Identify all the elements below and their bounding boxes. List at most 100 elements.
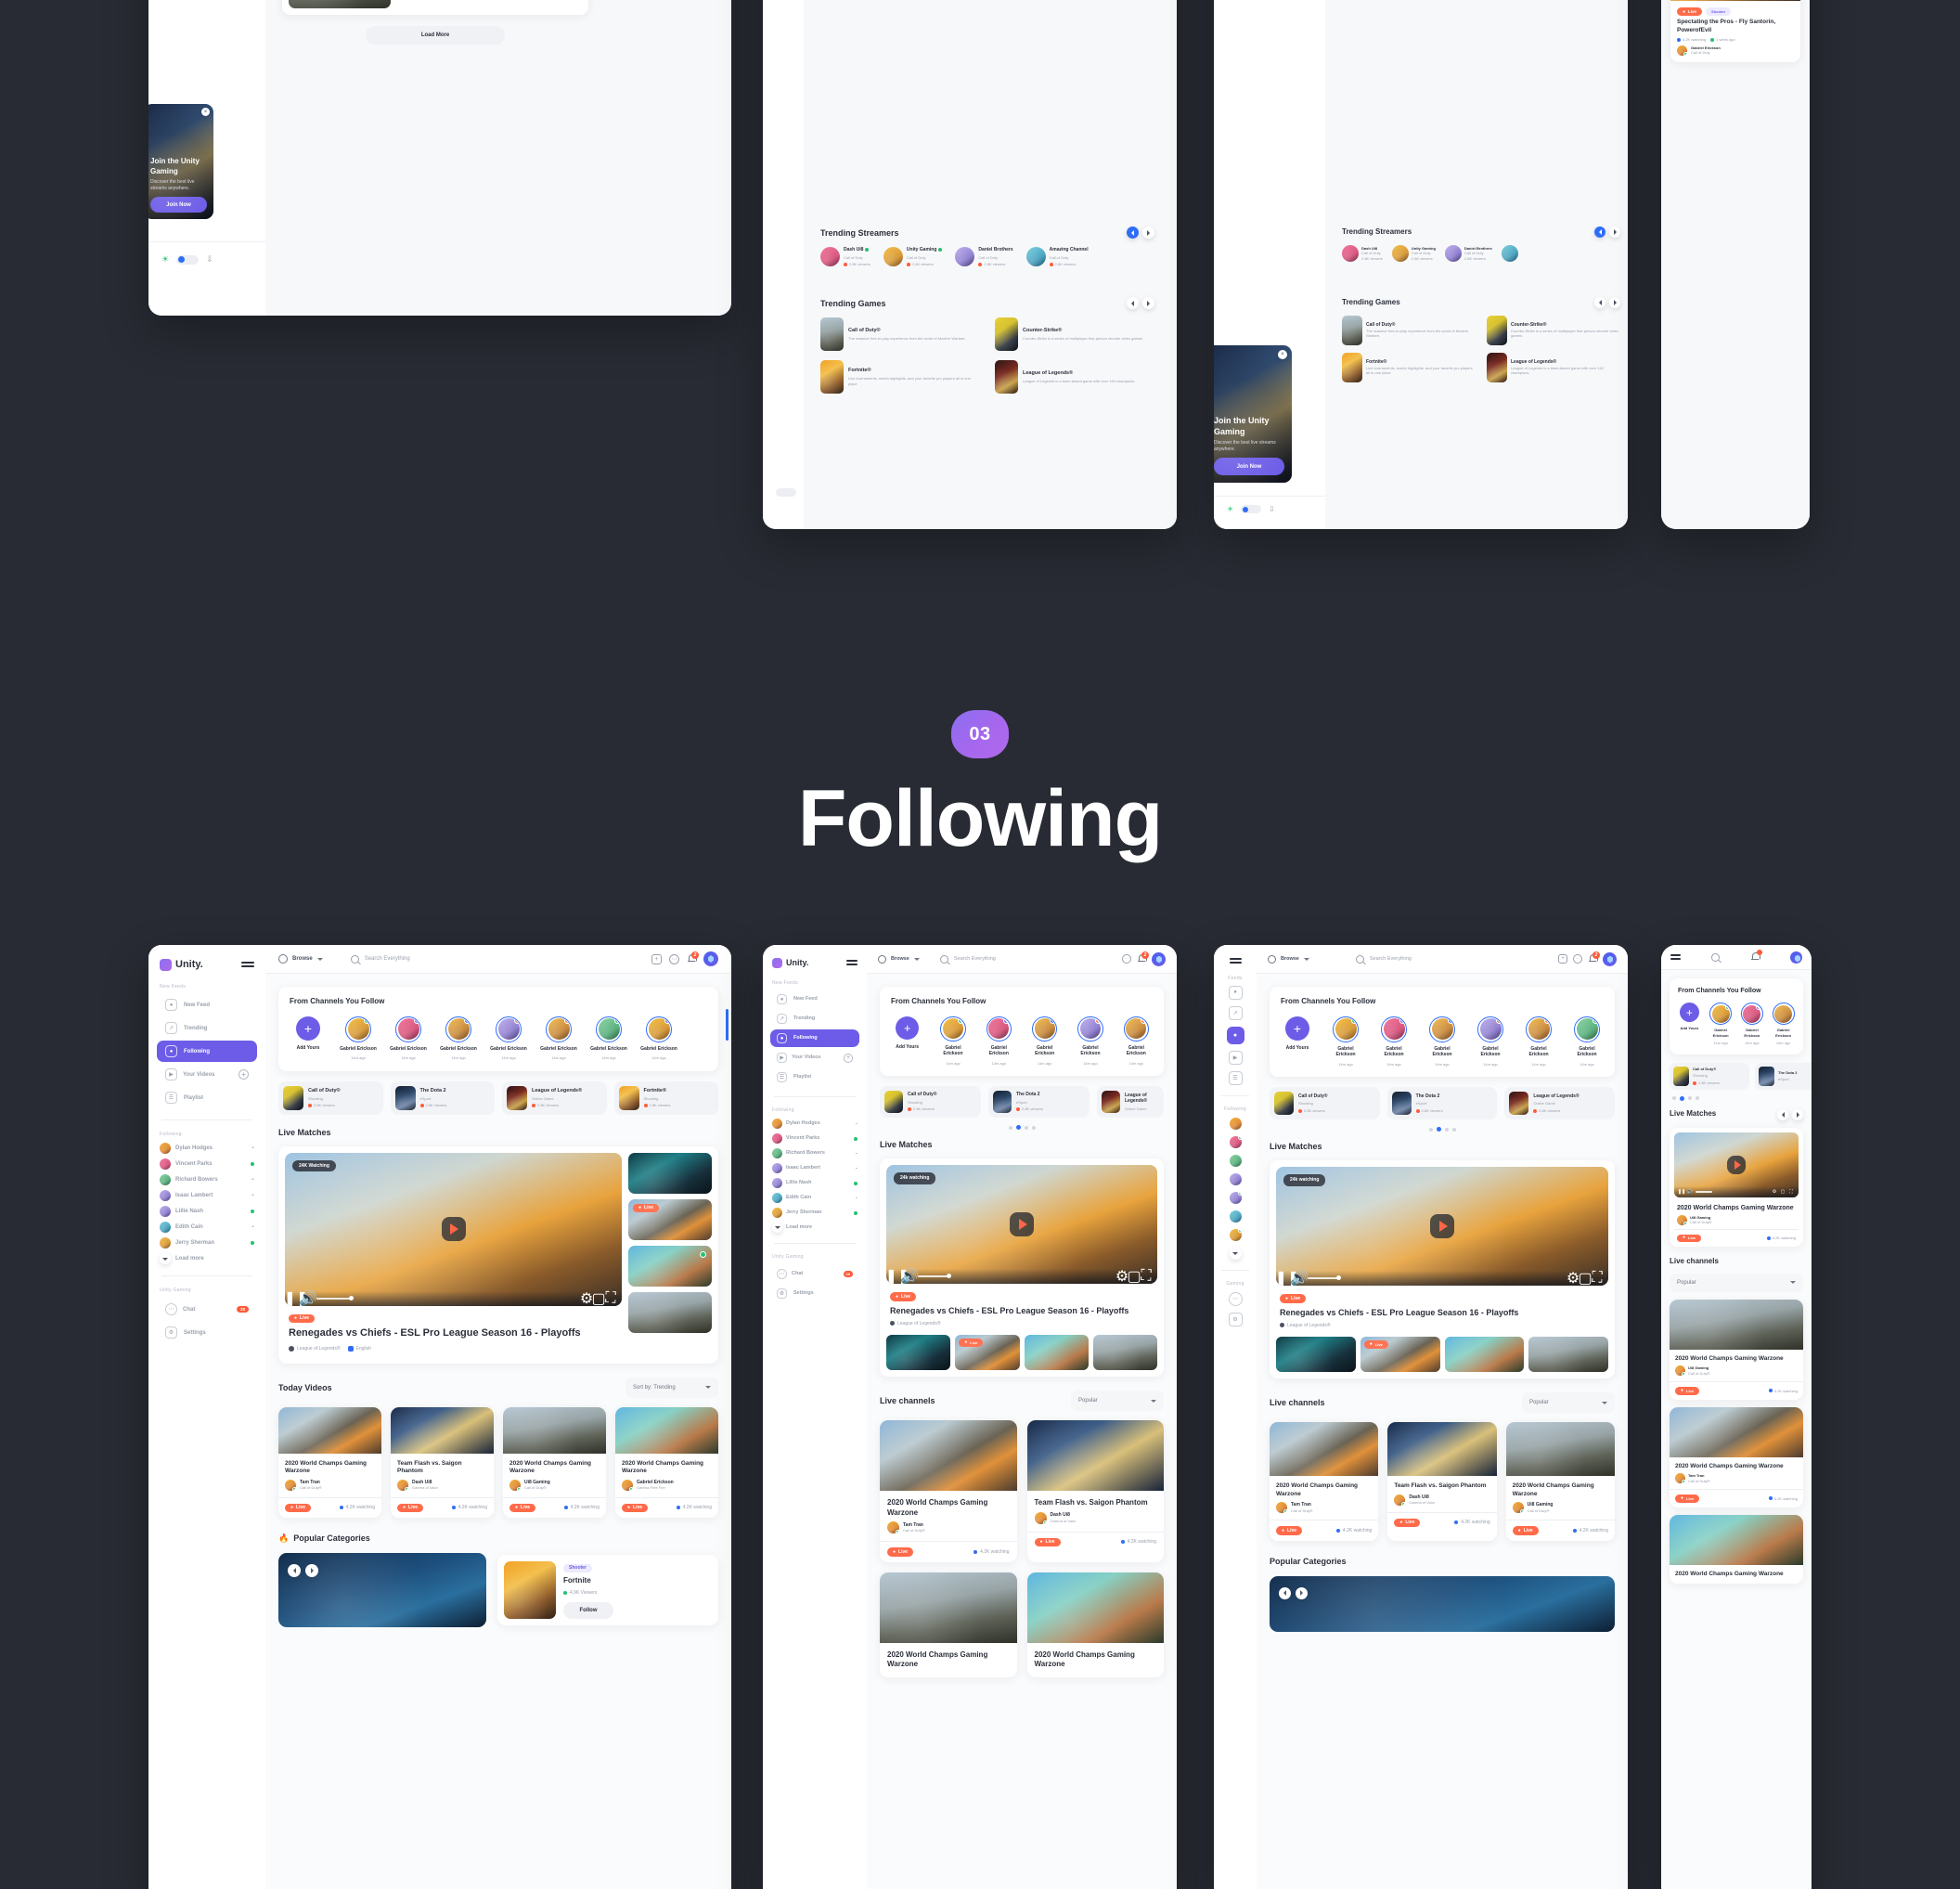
- game-chip[interactable]: Call of Duty® Shooting 2.8K viewers: [880, 1086, 981, 1119]
- play-button[interactable]: [1010, 1212, 1034, 1237]
- following-icon[interactable]: ●: [1226, 1026, 1244, 1044]
- sidebar-item-playlist[interactable]: ☰ Playlist: [770, 1068, 859, 1086]
- story-item[interactable]: Gabriel Erickson 14m ago: [1772, 1003, 1795, 1046]
- story-item[interactable]: Gabriel Erickson 14m ago: [1329, 1016, 1362, 1067]
- following-avatar[interactable]: [1229, 1154, 1242, 1167]
- game-chip[interactable]: League of Legends® Online Game: [1097, 1086, 1164, 1119]
- video-player[interactable]: 24K Watching ❚❚ 🔊 ⚙ ▢ ⛶: [285, 1152, 622, 1306]
- fullscreen-icon[interactable]: ⛶: [1141, 1268, 1151, 1284]
- add-story-button[interactable]: + Add Yours: [1678, 1003, 1701, 1031]
- streamer-item[interactable]: Amazing Channel Call of Duty 2.8K viewer…: [1025, 247, 1089, 267]
- game-chip[interactable]: The Dota 2 eSport 2.8K viewers: [390, 1080, 495, 1115]
- following-avatar[interactable]: [1229, 1135, 1242, 1148]
- story-item[interactable]: Gabriel Erickson 14m ago: [1028, 1016, 1061, 1067]
- streamer-item[interactable]: Daniel Brothers Call of Duty 2.8K viewer…: [955, 247, 1013, 267]
- following-avatar[interactable]: [1229, 1228, 1242, 1241]
- story-item[interactable]: Gabriel Erickson 14m ago: [1120, 1016, 1153, 1067]
- game-item[interactable]: League of Legends® League of Legends is …: [995, 360, 1154, 394]
- carousel-next-button[interactable]: [1609, 226, 1620, 238]
- carousel-next-button[interactable]: [1792, 1108, 1803, 1120]
- story-item[interactable]: Gabriel Erickson 14m ago: [440, 1016, 477, 1061]
- logo[interactable]: Unity.: [772, 957, 808, 968]
- avatar[interactable]: [1152, 951, 1166, 966]
- sidebar-item-trending[interactable]: ↗ Trending: [157, 1017, 257, 1039]
- brightness-icon[interactable]: ☀: [161, 254, 169, 265]
- story-item[interactable]: Gabriel Erickson 14m ago: [390, 1016, 427, 1061]
- messages-icon[interactable]: ⋯: [669, 953, 679, 964]
- following-item[interactable]: Edith Cain ◓: [772, 1193, 858, 1203]
- game-chip[interactable]: The Dota 2 eSport 2.8K viewers: [1386, 1087, 1498, 1120]
- join-now-button[interactable]: Join Now: [150, 197, 207, 213]
- carousel-prev-button[interactable]: [1127, 297, 1139, 309]
- game-item[interactable]: Fortnite® Live tournaments, match highli…: [1342, 353, 1476, 382]
- feed-card[interactable]: 6 Shooter Spectating the Pros - Fly Sant…: [282, 0, 588, 15]
- game-chip[interactable]: Fortnite® Shooting 2.8K viewers: [613, 1080, 718, 1115]
- story-item[interactable]: Gabriel Erickson 14m ago: [640, 1016, 677, 1061]
- carousel-next-button[interactable]: [1142, 297, 1154, 309]
- sidebar-item-your-videos[interactable]: ▶ Your Videos +: [770, 1049, 859, 1067]
- streamer-item[interactable]: Daniel Brothers Call of Duty 2.8K viewer…: [1444, 245, 1492, 262]
- pip-icon[interactable]: ▢: [1127, 1269, 1141, 1284]
- carousel-prev-button[interactable]: [1777, 1108, 1788, 1120]
- story-item[interactable]: Gabriel Erickson 14m ago: [340, 1016, 377, 1061]
- streamer-item[interactable]: Unity Gaming Call of Duty 2.8K viewers: [883, 247, 943, 267]
- video-thumb[interactable]: [1276, 1337, 1356, 1373]
- menu-toggle-icon[interactable]: [846, 960, 858, 965]
- video-player[interactable]: 24k watching ❚❚ 🔊 ⚙ ▢ ⛶: [1276, 1167, 1608, 1287]
- following-item[interactable]: Lillie Nash: [160, 1206, 254, 1217]
- video-player[interactable]: ❚❚ 🔊 ⚙ ▢ ⛶: [1674, 1132, 1799, 1197]
- sidebar-item-your-videos[interactable]: ▶ Your Videos +: [157, 1064, 257, 1085]
- gear-icon[interactable]: ⚙: [1228, 1312, 1243, 1326]
- avatar[interactable]: [1790, 951, 1802, 964]
- promo-card[interactable]: × Join the Unity Gaming Discover the bes…: [148, 104, 213, 219]
- load-more-following-button[interactable]: Load more: [772, 1223, 858, 1233]
- channel-card[interactable]: 2020 World Champs Gaming Warzone Tam Tra…: [1670, 1406, 1803, 1507]
- channel-card[interactable]: 2020 World Champs Gaming Warzone Ui8 Gam…: [1505, 1422, 1615, 1541]
- messages-icon[interactable]: ⋯: [1573, 954, 1582, 964]
- volume-icon[interactable]: 🔊: [299, 1291, 317, 1306]
- carousel-dots[interactable]: [1672, 1095, 1812, 1101]
- story-item[interactable]: Gabriel Erickson 14m ago: [1425, 1016, 1459, 1067]
- sidebar-item-following[interactable]: ● Following: [770, 1029, 859, 1047]
- story-item[interactable]: Gabriel Erickson 14m ago: [983, 1016, 1015, 1067]
- messages-icon[interactable]: ⋯: [1122, 954, 1131, 964]
- video-thumb[interactable]: [628, 1245, 712, 1287]
- story-item[interactable]: Gabriel Erickson 14m ago: [490, 1016, 527, 1061]
- carousel-next-button[interactable]: [1142, 226, 1154, 239]
- following-item[interactable]: Isaac Lambert ◓: [772, 1163, 858, 1173]
- video-thumb[interactable]: [886, 1335, 951, 1371]
- channel-card[interactable]: Team Flash vs. Saigon Phantom Dash Ui8 G…: [1026, 1420, 1164, 1562]
- game-chip[interactable]: Call of Duty® Shooting 2.8K viewers: [1670, 1062, 1749, 1090]
- story-item[interactable]: Gabriel Erickson 14m ago: [540, 1016, 577, 1061]
- following-item[interactable]: Dylan Hodges ◓: [160, 1143, 254, 1154]
- settings-icon[interactable]: ⚙: [1772, 1189, 1777, 1195]
- following-avatar[interactable]: [1229, 1191, 1242, 1204]
- game-chip[interactable]: The Dota 2 eSport 2.8K viewers: [988, 1086, 1090, 1119]
- search-input[interactable]: Search Everything: [1355, 954, 1412, 964]
- menu-toggle-icon[interactable]: [241, 962, 254, 967]
- join-now-button[interactable]: Join Now: [1214, 458, 1284, 475]
- filter-dropdown[interactable]: Popular: [1522, 1392, 1615, 1414]
- pip-icon[interactable]: ▢: [1578, 1271, 1592, 1286]
- browse-dropdown[interactable]: Browse: [878, 954, 920, 964]
- following-item[interactable]: Richard Bowers ◓: [160, 1174, 254, 1185]
- fullscreen-icon[interactable]: ⛶: [605, 1290, 615, 1306]
- settings-icon[interactable]: ⚙: [1115, 1269, 1128, 1284]
- sidebar-item-new-feed[interactable]: ● New Feed: [157, 994, 257, 1016]
- sidebar-item-trending[interactable]: ↗ Trending: [770, 1010, 859, 1028]
- game-item[interactable]: Counter-Strike® Counter-Strike is a seri…: [1487, 316, 1620, 345]
- following-item[interactable]: Lillie Nash: [772, 1178, 858, 1188]
- avatar[interactable]: [1603, 951, 1617, 966]
- game-item[interactable]: Fortnite® Live tournaments, match highli…: [820, 360, 980, 394]
- sidebar-item-settings[interactable]: ⚙ Settings: [157, 1322, 257, 1343]
- sidebar-item-playlist[interactable]: ☰ Playlist: [157, 1087, 257, 1108]
- video-thumb[interactable]: ● Live: [1360, 1337, 1440, 1373]
- game-item[interactable]: Call of Duty® The massive free-to-play e…: [820, 317, 980, 351]
- channel-card[interactable]: Team Flash vs. Saigon Phantom Dash Ui8 G…: [1387, 1422, 1497, 1541]
- add-video-icon[interactable]: +: [844, 1053, 853, 1063]
- video-thumb[interactable]: [1528, 1337, 1608, 1373]
- story-item[interactable]: Gabriel Erickson 14m ago: [1740, 1003, 1764, 1046]
- toggle-switch[interactable]: [776, 488, 796, 497]
- pip-icon[interactable]: ▢: [591, 1291, 605, 1306]
- add-icon[interactable]: +: [651, 953, 662, 964]
